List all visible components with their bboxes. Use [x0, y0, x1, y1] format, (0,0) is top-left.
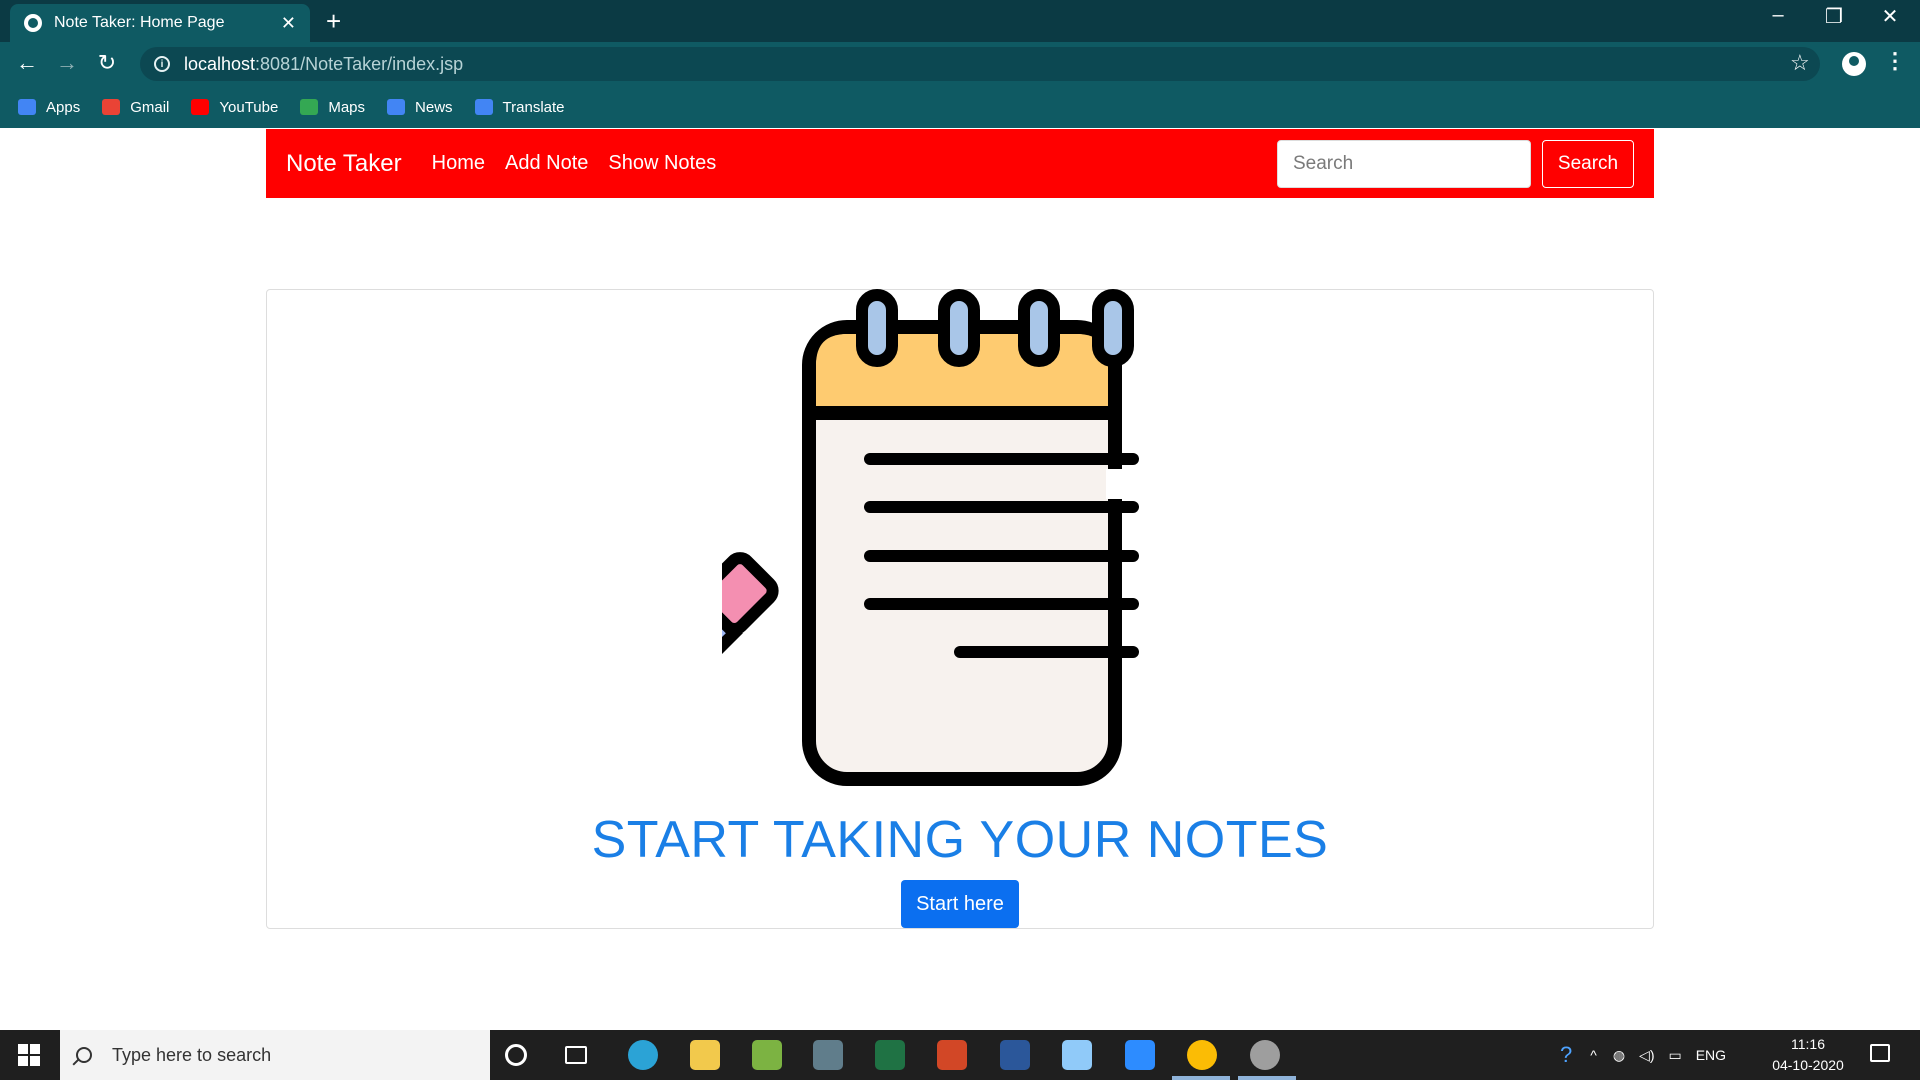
close-tab-icon[interactable]: ✕: [281, 13, 296, 34]
news-icon: [387, 99, 406, 115]
close-window-icon[interactable]: ✕: [1870, 4, 1910, 29]
browser-menu-icon[interactable]: ⋮: [1884, 48, 1906, 74]
app-icon[interactable]: [813, 1040, 843, 1070]
settings-app-icon[interactable]: [1250, 1040, 1280, 1070]
bookmark-youtube[interactable]: YouTube: [191, 99, 278, 116]
zoom-icon[interactable]: [1125, 1040, 1155, 1070]
bookmark-label: Gmail: [130, 98, 170, 116]
browser-tabstrip: Note Taker: Home Page ✕ + – ❐ ✕: [0, 0, 1920, 42]
bookmark-apps[interactable]: Apps: [18, 99, 80, 116]
search-input[interactable]: [1277, 139, 1531, 188]
nav-link-home[interactable]: Home: [432, 152, 485, 175]
maps-icon: [300, 99, 319, 115]
address-bar[interactable]: i localhost:8081/NoteTaker/index.jsp: [140, 47, 1820, 81]
volume-icon[interactable]: ◁): [1639, 1047, 1654, 1064]
restore-window-icon[interactable]: ❐: [1814, 4, 1854, 29]
bookmark-translate[interactable]: Translate: [474, 98, 565, 116]
action-center-icon[interactable]: [1870, 1044, 1890, 1062]
chevron-up-icon[interactable]: ^: [1590, 1047, 1597, 1063]
bookmark-maps[interactable]: Maps: [300, 99, 365, 116]
system-tray: ? ^ ◍ ◁) ▭ ENG: [1560, 1030, 1726, 1080]
battery-icon[interactable]: ▭: [1668, 1047, 1681, 1064]
pencil: [722, 552, 779, 781]
taskbar-clock[interactable]: 11:16 04-10-2020: [1766, 1034, 1850, 1076]
bookmark-label: Apps: [46, 98, 81, 116]
cortana-icon[interactable]: [505, 1044, 527, 1066]
windows-start-icon[interactable]: [18, 1044, 40, 1066]
hero-heading: START TAKING YOUR NOTES: [591, 811, 1329, 869]
minimize-window-icon[interactable]: –: [1758, 4, 1798, 27]
reload-icon[interactable]: ↻: [92, 50, 122, 76]
url-path: :8081/NoteTaker/index.jsp: [255, 53, 464, 74]
bookmark-label: News: [415, 98, 453, 116]
youtube-icon: [191, 99, 210, 115]
active-app-indicator: [1238, 1076, 1296, 1080]
site-info-icon[interactable]: i: [154, 56, 170, 72]
taskbar-search-box[interactable]: Type here to search: [60, 1030, 490, 1080]
excel-icon[interactable]: [875, 1040, 905, 1070]
notepad-gap: [1106, 469, 1124, 499]
language-indicator[interactable]: ENG: [1696, 1047, 1726, 1063]
search-icon: [76, 1047, 92, 1063]
page-favicon-icon: [24, 14, 42, 32]
bookmark-gmail[interactable]: Gmail: [102, 99, 169, 116]
chrome-icon[interactable]: [1187, 1040, 1217, 1070]
help-icon[interactable]: ?: [1560, 1042, 1572, 1068]
taskbar-search-placeholder: Type here to search: [112, 1044, 272, 1065]
back-icon[interactable]: ←: [12, 50, 42, 76]
url-host: localhost: [184, 53, 256, 74]
bookmark-label: Maps: [328, 98, 366, 116]
brand-link[interactable]: Note Taker: [286, 150, 402, 178]
apps-grid-icon: [18, 99, 36, 115]
task-view-icon[interactable]: [565, 1046, 587, 1064]
bookmark-label: Translate: [502, 98, 565, 116]
start-here-button[interactable]: Start here: [901, 880, 1019, 928]
browser-tab[interactable]: Note Taker: Home Page ✕: [10, 4, 310, 42]
site-navbar: Note Taker Home Add Note Show Notes Sear…: [266, 129, 1654, 198]
notepad-pencil-illustration: [722, 289, 1139, 786]
bookmark-news[interactable]: News: [387, 99, 453, 116]
powerpoint-icon[interactable]: [937, 1040, 967, 1070]
forward-icon[interactable]: →: [52, 50, 82, 76]
translate-icon: [474, 99, 493, 115]
photo-app-icon[interactable]: [752, 1040, 782, 1070]
network-globe-icon[interactable]: ◍: [1613, 1047, 1625, 1064]
word-icon[interactable]: [1000, 1040, 1030, 1070]
gmail-icon: [102, 99, 121, 115]
edge-icon[interactable]: [628, 1040, 658, 1070]
profile-avatar-icon[interactable]: [1842, 52, 1866, 76]
new-tab-icon[interactable]: +: [326, 6, 341, 37]
tab-title: Note Taker: Home Page: [54, 14, 225, 31]
nav-link-add-note[interactable]: Add Note: [505, 152, 588, 175]
clock-time: 11:16: [1791, 1036, 1825, 1052]
search-button[interactable]: Search: [1542, 139, 1634, 188]
paint-icon[interactable]: [1062, 1040, 1092, 1070]
clock-date: 04-10-2020: [1772, 1057, 1844, 1073]
bookmarks-bar: Apps Gmail YouTube Maps News Translate: [0, 86, 1920, 128]
bookmark-label: YouTube: [219, 98, 279, 116]
bookmark-star-icon[interactable]: ☆: [1790, 50, 1810, 76]
nav-link-show-notes[interactable]: Show Notes: [608, 152, 716, 175]
file-explorer-icon[interactable]: [690, 1040, 720, 1070]
active-app-indicator: [1172, 1076, 1230, 1080]
browser-toolbar: ← → ↻ i localhost:8081/NoteTaker/index.j…: [0, 42, 1920, 86]
